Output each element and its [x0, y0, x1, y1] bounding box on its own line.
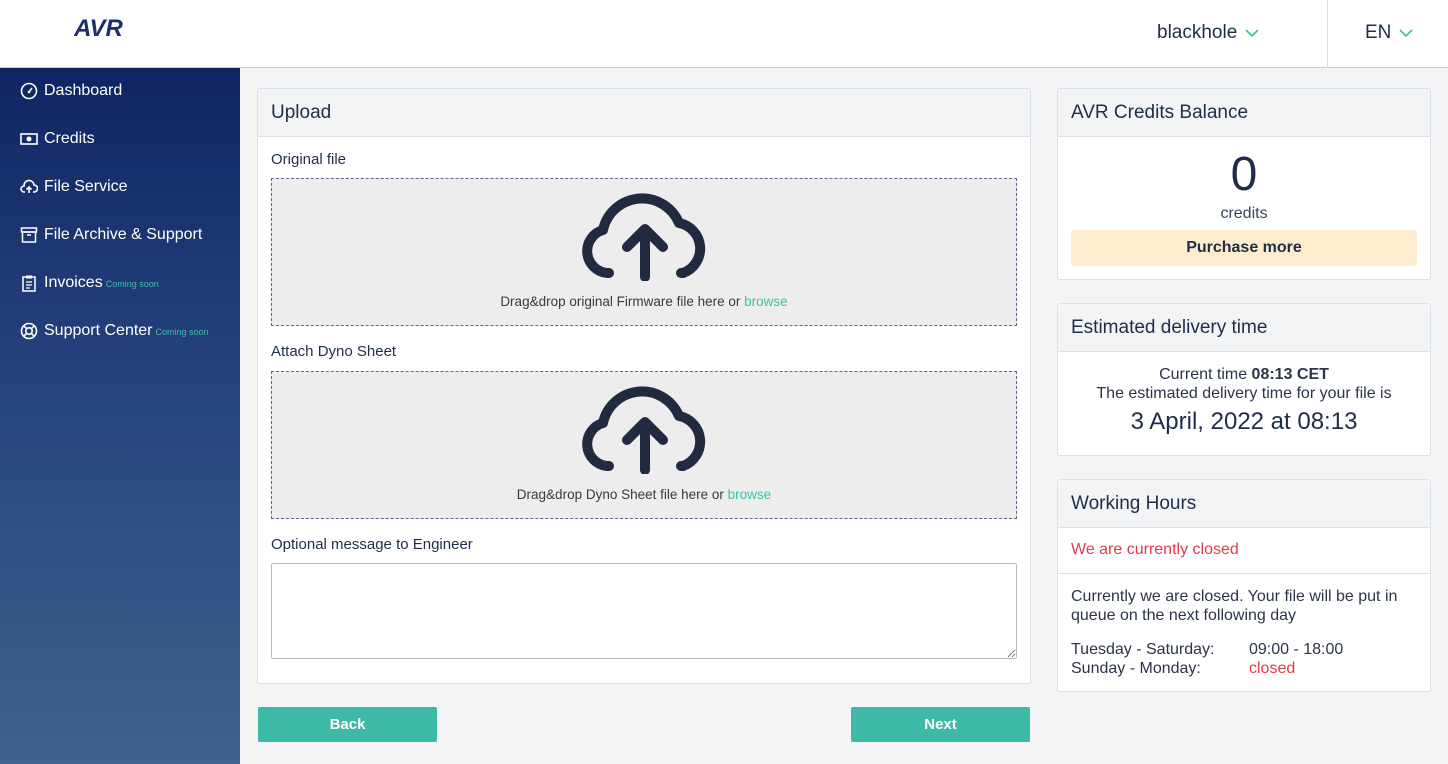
sidebar: Dashboard Credits File Service File Arch…	[0, 68, 240, 764]
closed-status: We are currently closed	[1071, 541, 1239, 558]
next-button[interactable]: Next	[851, 707, 1030, 742]
sidebar-item-label: File Service	[44, 178, 128, 195]
working-days-2: Sunday - Monday:	[1071, 660, 1201, 677]
cloud-upload-icon	[20, 179, 38, 193]
sidebar-item-credits[interactable]: Credits	[20, 126, 95, 152]
browse-link[interactable]: browse	[728, 487, 772, 502]
delivery-date: 3 April, 2022 at 08:13	[1130, 408, 1358, 435]
user-menu[interactable]: blackhole	[1157, 20, 1259, 46]
credits-unit: credits	[1220, 205, 1268, 222]
archive-icon	[20, 227, 38, 243]
language-menu[interactable]: EN	[1365, 20, 1413, 46]
coming-soon-badge: Coming soon	[155, 327, 209, 337]
sidebar-item-file-archive[interactable]: File Archive & Support	[20, 222, 202, 248]
svg-text:AVR: AVR	[74, 15, 124, 39]
back-button[interactable]: Back	[258, 707, 437, 742]
delivery-card: Estimated delivery time Current time 08:…	[1057, 303, 1431, 456]
original-file-hint: Drag&drop original Firmware file here or…	[272, 294, 1016, 309]
upload-card-title: Upload	[258, 89, 1030, 137]
sidebar-item-dashboard[interactable]: Dashboard	[20, 78, 122, 104]
credits-card: AVR Credits Balance 0 credits Purchase m…	[1057, 88, 1431, 280]
current-time-line: Current time 08:13 CET	[1058, 366, 1430, 384]
chevron-down-icon	[1245, 29, 1259, 38]
engineer-message-textarea[interactable]	[271, 563, 1017, 659]
current-time-value: 08:13 CET	[1251, 366, 1329, 383]
working-hours-2: closed	[1249, 660, 1296, 677]
credits-card-title: AVR Credits Balance	[1058, 89, 1430, 137]
purchase-more-button[interactable]: Purchase more	[1071, 230, 1417, 266]
credits-balance: 0	[1230, 148, 1258, 201]
money-icon	[20, 133, 38, 145]
clipboard-icon	[22, 275, 36, 292]
sidebar-item-label: Credits	[44, 130, 95, 147]
working-hours-description: Currently we are closed. Your file will …	[1071, 588, 1398, 624]
dropzone-text: Drag&drop original Firmware file here or	[500, 294, 745, 309]
original-file-dropzone[interactable]: Drag&drop original Firmware file here or…	[271, 178, 1017, 326]
language-label: EN	[1365, 22, 1392, 43]
delivery-card-title: Estimated delivery time	[1058, 304, 1430, 352]
chevron-down-icon	[1399, 29, 1413, 38]
lifebuoy-icon	[20, 322, 38, 340]
upload-card: Upload Original file Drag&drop original …	[257, 88, 1031, 684]
original-file-label: Original file	[271, 151, 347, 168]
dyno-sheet-label: Attach Dyno Sheet	[271, 343, 397, 360]
gauge-icon	[20, 82, 38, 100]
avr-logo[interactable]: AVR	[74, 15, 148, 39]
user-name: blackhole	[1157, 22, 1238, 43]
dropzone-text: Drag&drop Dyno Sheet file here or	[516, 487, 728, 502]
message-label: Optional message to Engineer	[271, 536, 473, 553]
coming-soon-badge: Coming soon	[105, 279, 159, 289]
status-row: We are currently closed	[1058, 528, 1430, 574]
working-hours-card: Working Hours We are currently closed Cu…	[1057, 479, 1431, 692]
working-hours-title: Working Hours	[1058, 480, 1430, 528]
sidebar-item-file-service[interactable]: File Service	[20, 174, 128, 200]
cloud-upload-icon	[582, 386, 706, 474]
sidebar-item-label: Support Center	[44, 322, 153, 339]
working-days-1: Tuesday - Saturday:	[1071, 641, 1215, 658]
header-divider	[1327, 0, 1328, 68]
current-time-prefix: Current time	[1159, 366, 1252, 383]
dyno-sheet-hint: Drag&drop Dyno Sheet file here or browse	[272, 487, 1016, 502]
working-hours-1: 09:00 - 18:00	[1249, 641, 1344, 658]
browse-link[interactable]: browse	[744, 294, 788, 309]
sidebar-item-label: Dashboard	[44, 82, 123, 99]
sidebar-item-invoices[interactable]: Invoices Coming soon	[20, 270, 159, 296]
sidebar-item-label: Invoices	[44, 274, 103, 291]
sidebar-item-label: File Archive & Support	[44, 226, 203, 243]
cloud-upload-icon	[582, 193, 706, 281]
sidebar-item-support-center[interactable]: Support Center Coming soon	[20, 318, 209, 344]
dyno-sheet-dropzone[interactable]: Drag&drop Dyno Sheet file here or browse	[271, 371, 1017, 519]
top-header: AVR blackhole EN	[0, 0, 1448, 68]
delivery-estimate-text: The estimated delivery time for your fil…	[1096, 385, 1392, 402]
